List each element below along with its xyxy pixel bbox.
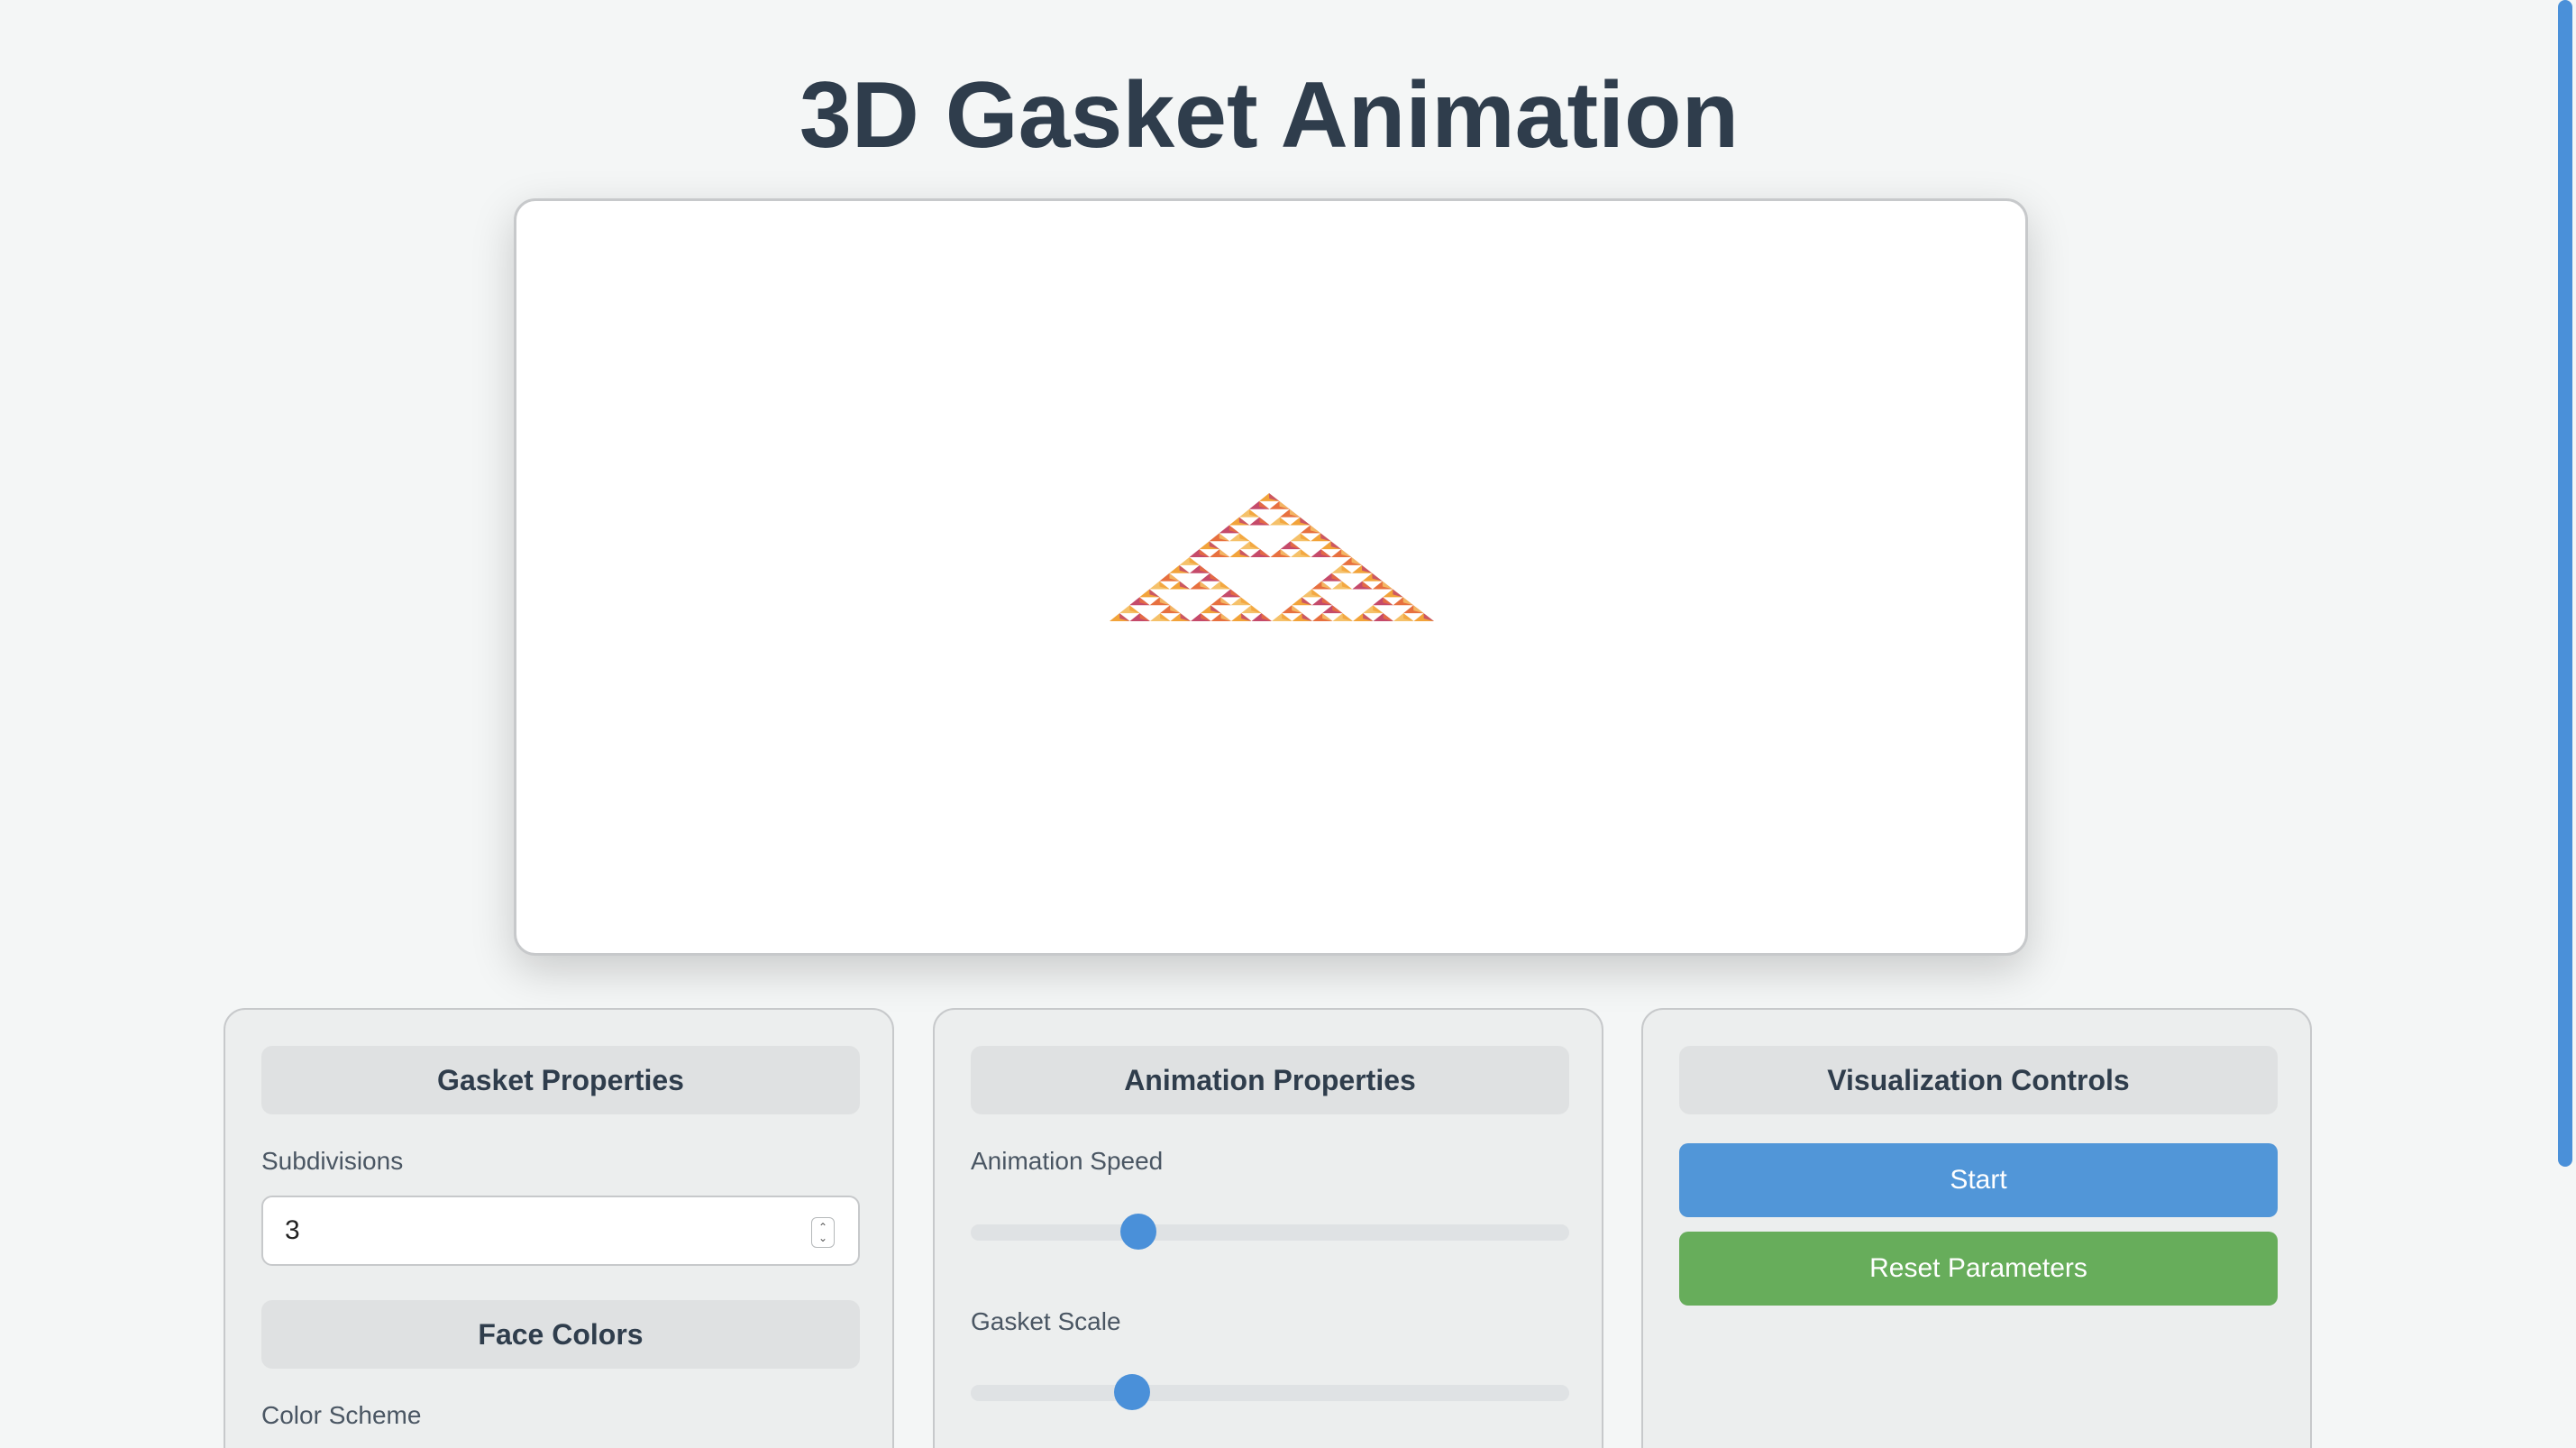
animation-properties-panel: Animation Properties Animation Speed Gas… — [933, 1008, 1603, 1448]
slider-thumb[interactable] — [1119, 1214, 1156, 1250]
start-button[interactable]: Start — [1679, 1143, 2278, 1217]
reset-parameters-button[interactable]: Reset Parameters — [1679, 1232, 2278, 1306]
page-title: 3D Gasket Animation — [799, 63, 1740, 168]
color-scheme-label: Color Scheme — [261, 1401, 422, 1429]
gasket-scale-label: Gasket Scale — [971, 1307, 1121, 1335]
visualization-controls-header: Visualization Controls — [1679, 1046, 2278, 1114]
subdivisions-label: Subdivisions — [261, 1147, 404, 1175]
animation-speed-slider[interactable] — [971, 1214, 1569, 1250]
visualization-controls-panel: Visualization Controls Start Reset Param… — [1641, 1008, 2312, 1448]
subdivisions-value: 3 — [285, 1215, 300, 1245]
slider-thumb[interactable] — [1114, 1374, 1151, 1410]
slider-track[interactable] — [971, 1224, 1569, 1241]
gasket-canvas[interactable] — [514, 198, 2028, 956]
page: 3D Gasket Animation Gasket Properties Su… — [0, 0, 2576, 1448]
animation-speed-label: Animation Speed — [971, 1147, 1164, 1175]
animation-properties-header: Animation Properties — [971, 1046, 1569, 1114]
slider-track[interactable] — [971, 1385, 1569, 1401]
subdivisions-input[interactable]: 3 ⌃ ⌄ — [261, 1196, 860, 1266]
gasket-properties-header: Gasket Properties — [261, 1046, 860, 1114]
gasket-properties-panel: Gasket Properties Subdivisions 3 ⌃ ⌄ Fac… — [224, 1008, 894, 1448]
scrollbar-thumb[interactable] — [2558, 0, 2572, 1167]
face-colors-header: Face Colors — [261, 1300, 860, 1369]
page-scrollbar[interactable] — [2556, 0, 2576, 1448]
chevron-down-icon[interactable]: ⌄ — [818, 1233, 827, 1243]
spinner-icon[interactable]: ⌃ ⌄ — [811, 1217, 835, 1248]
gasket-render — [1110, 493, 1434, 621]
gasket-scale-slider[interactable] — [971, 1374, 1569, 1410]
